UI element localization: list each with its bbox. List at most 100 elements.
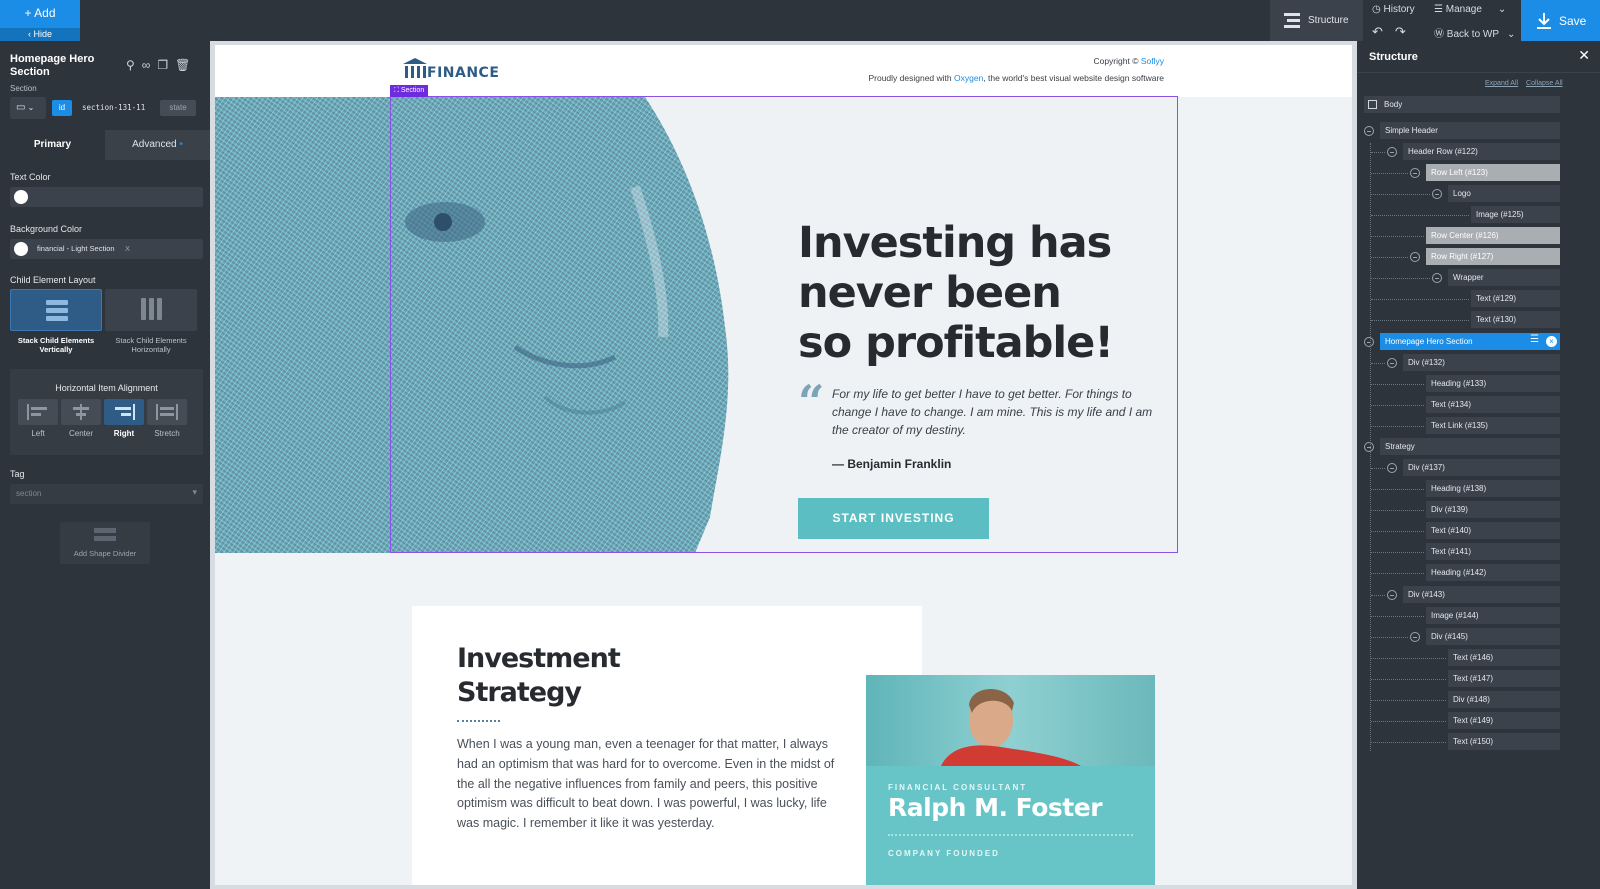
soflyy-link[interactable]: Soflyy	[1141, 56, 1164, 66]
copyright-text: Copyright ©	[1093, 56, 1139, 66]
collapse-toggle-icon[interactable]	[1364, 337, 1374, 347]
tree-item[interactable]: Text (#146)	[1448, 649, 1560, 666]
add-shape-divider-button[interactable]: Add Shape Divider	[60, 522, 150, 564]
collapse-toggle-icon[interactable]	[1410, 252, 1420, 262]
tree-item[interactable]: Div (#139)	[1426, 501, 1560, 518]
menu-icon[interactable]: ☰	[1530, 334, 1539, 345]
redo-icon[interactable]: ↷	[1395, 24, 1418, 39]
tree-item-body[interactable]: Body	[1364, 96, 1560, 113]
designed-text: Proudly designed with	[868, 73, 952, 83]
back-to-wp-menu[interactable]: Ⓦ Back to WP ⌄	[1434, 25, 1515, 40]
top-toolbar: + Add ‹ Hide Structure ◷ History ↶↷ ☰ Ma…	[0, 0, 1600, 41]
tree-connector	[1371, 700, 1446, 701]
tree-item[interactable]: Div (#148)	[1448, 691, 1560, 708]
tree-item[interactable]: Div (#143)	[1403, 586, 1560, 603]
hide-button[interactable]: ‹ Hide	[0, 28, 80, 41]
section-tag[interactable]: ⛶ Section	[390, 85, 429, 97]
tree-item[interactable]: Div (#145)	[1426, 628, 1560, 645]
collapse-toggle-icon[interactable]	[1410, 632, 1420, 642]
tree-item[interactable]: Simple Header	[1380, 122, 1560, 139]
tree-item[interactable]: Text (#129)	[1471, 290, 1560, 307]
tree-item[interactable]: Image (#125)	[1471, 206, 1560, 223]
align-stretch-icon	[156, 404, 178, 420]
collapse-toggle-icon[interactable]	[1364, 442, 1374, 452]
tree-connector	[1371, 531, 1424, 532]
consultant-photo-image	[941, 688, 1081, 766]
layout-vertical-button[interactable]	[10, 289, 102, 331]
color-swatch[interactable]	[14, 190, 28, 204]
clear-color-button[interactable]: X	[125, 244, 130, 253]
sliders-icon: ☰	[1434, 4, 1446, 15]
strategy-card[interactable]: Investment Strategy When I was a young m…	[412, 606, 922, 885]
tree-item[interactable]: Image (#144)	[1426, 607, 1560, 624]
text-color-field[interactable]	[10, 187, 203, 207]
history-button[interactable]: ◷ History	[1372, 4, 1415, 15]
add-button[interactable]: + Add ‹ Hide	[0, 0, 80, 41]
tree-item[interactable]: Wrapper	[1448, 269, 1560, 286]
tree-connector	[1371, 320, 1469, 321]
move-icon: ⛶	[394, 87, 401, 94]
structure-toggle-button[interactable]: Structure	[1270, 0, 1363, 41]
collapse-toggle-icon[interactable]	[1432, 189, 1442, 199]
tree-connector	[1371, 721, 1446, 722]
oxygen-link[interactable]: Oxygen	[954, 73, 983, 83]
tree-item[interactable]: Text (#141)	[1426, 543, 1560, 560]
collapse-toggle-icon[interactable]	[1387, 358, 1397, 368]
collapse-toggle-icon[interactable]	[1410, 168, 1420, 178]
bank-icon	[403, 58, 427, 78]
profile-card[interactable]: FINANCIAL CONSULTANT Ralph M. Foster COM…	[866, 675, 1155, 885]
tree-item[interactable]: Heading (#138)	[1426, 480, 1560, 497]
close-icon[interactable]: ✕	[1578, 47, 1590, 64]
deselect-icon[interactable]: ×	[1546, 336, 1557, 347]
tree-item[interactable]: Heading (#142)	[1426, 564, 1560, 581]
link-icon[interactable]: ∞	[142, 58, 158, 72]
align-left-button[interactable]	[18, 399, 58, 425]
download-icon	[1537, 13, 1551, 29]
tab-primary[interactable]: Primary	[0, 130, 105, 160]
collapse-toggle-icon[interactable]	[1364, 126, 1374, 136]
tree-item[interactable]: Div (#137)	[1403, 459, 1560, 476]
undo-icon[interactable]: ↶	[1372, 24, 1395, 39]
selector-id-field[interactable]: section-131-11	[76, 100, 156, 116]
tree-item[interactable]: Header Row (#122)	[1403, 143, 1560, 160]
plus-icon: +	[24, 6, 35, 20]
tree-item[interactable]: Div (#132)	[1403, 354, 1560, 371]
tree-item[interactable]: Row Left (#123)	[1426, 164, 1560, 181]
collapse-toggle-icon[interactable]	[1387, 463, 1397, 473]
color-swatch[interactable]	[14, 242, 28, 256]
state-button[interactable]: state	[160, 100, 196, 116]
trash-icon[interactable]: 🗑	[175, 58, 197, 72]
duplicate-icon[interactable]: ❐	[157, 58, 175, 72]
manage-menu[interactable]: ☰ Manage ⌄	[1434, 4, 1506, 15]
align-right-button[interactable]	[104, 399, 144, 425]
structure-label: Structure	[1308, 15, 1349, 26]
id-badge[interactable]: id	[52, 100, 72, 116]
layout-horizontal-button[interactable]	[105, 289, 197, 331]
collapse-toggle-icon[interactable]	[1432, 273, 1442, 283]
tree-item[interactable]: Text (#134)	[1426, 396, 1560, 413]
tree-item[interactable]: Logo	[1448, 185, 1560, 202]
tag-select[interactable]: section ▾	[10, 484, 203, 504]
designed-line: Proudly designed with Oxygen, the world'…	[868, 73, 1164, 83]
align-center-button[interactable]	[61, 399, 101, 425]
collapse-toggle-icon[interactable]	[1387, 590, 1397, 600]
tree-item[interactable]: Strategy	[1380, 438, 1560, 455]
hierarchy-icon[interactable]: ⚲	[126, 58, 142, 72]
tree-item[interactable]: Text (#140)	[1426, 522, 1560, 539]
save-button[interactable]: Save	[1521, 0, 1600, 41]
tree-item[interactable]: Row Center (#126)	[1426, 227, 1560, 244]
tab-advanced[interactable]: Advanced •	[105, 130, 210, 160]
bg-color-field[interactable]: financial - Light Section X	[10, 239, 203, 259]
align-stretch-button[interactable]	[147, 399, 187, 425]
tree-item[interactable]: Text (#147)	[1448, 670, 1560, 687]
tree-item[interactable]: Text (#149)	[1448, 712, 1560, 729]
tree-item[interactable]: Row Right (#127)	[1426, 248, 1560, 265]
expand-all-link[interactable]: Expand All	[1485, 80, 1518, 87]
tree-item[interactable]: Heading (#133)	[1426, 375, 1560, 392]
tree-item[interactable]: Text Link (#135)	[1426, 417, 1560, 434]
tree-item[interactable]: Text (#150)	[1448, 733, 1560, 750]
device-selector[interactable]: ▭ ⌄	[10, 97, 46, 119]
collapse-toggle-icon[interactable]	[1387, 147, 1397, 157]
collapse-all-link[interactable]: Collapse All	[1526, 80, 1563, 87]
tree-item[interactable]: Text (#130)	[1471, 311, 1560, 328]
